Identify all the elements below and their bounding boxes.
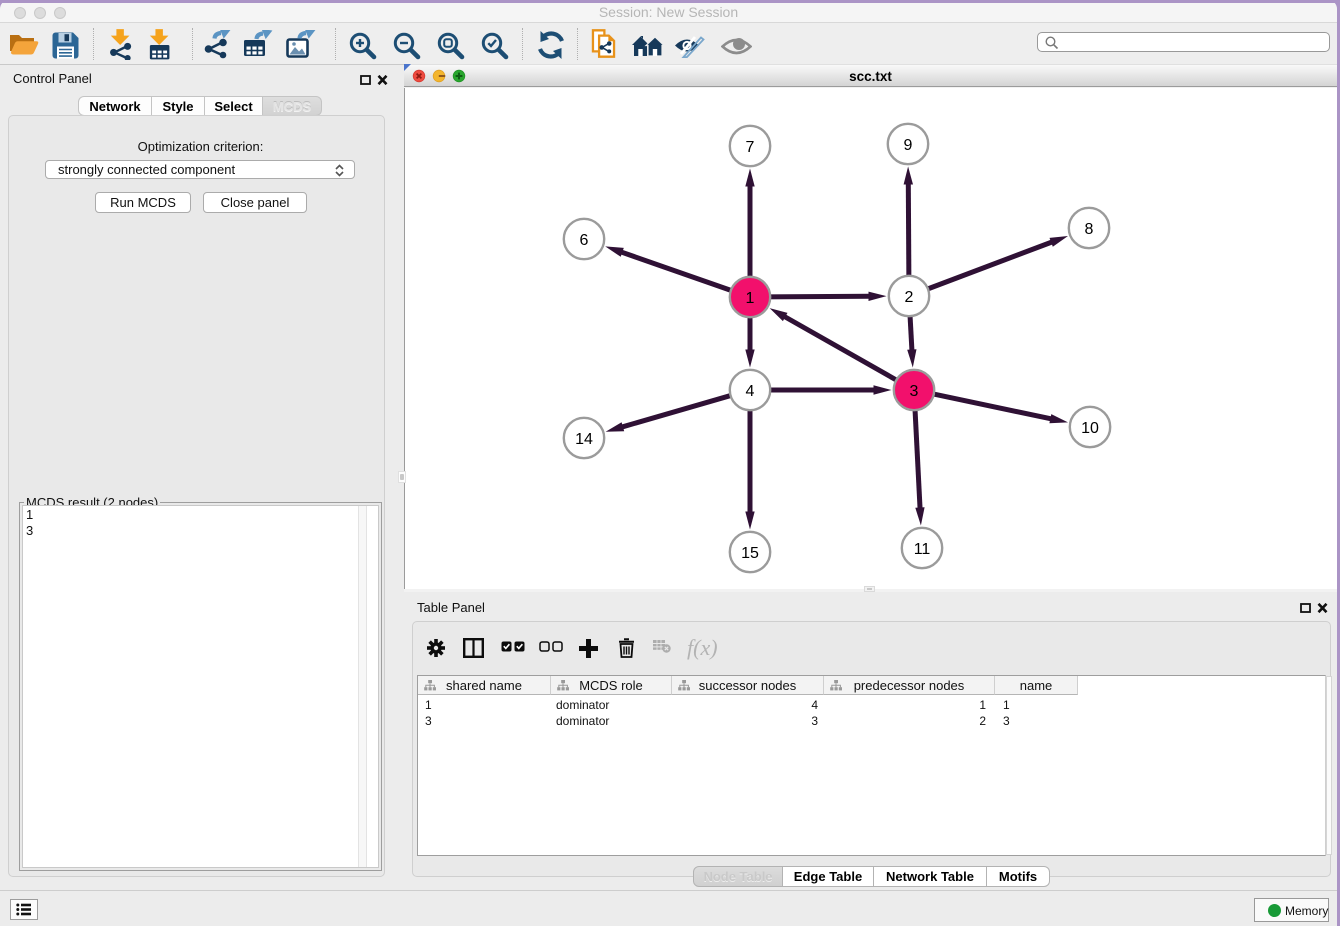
svg-text:10: 10 [1081, 420, 1099, 437]
svg-text:8: 8 [1085, 221, 1094, 238]
svg-text:14: 14 [575, 431, 593, 448]
svg-text:6: 6 [580, 232, 589, 249]
svg-text:2: 2 [905, 289, 914, 306]
svg-text:9: 9 [904, 137, 913, 154]
svg-text:7: 7 [746, 139, 755, 156]
svg-text:15: 15 [741, 545, 759, 562]
svg-text:3: 3 [910, 383, 919, 400]
svg-text:1: 1 [746, 290, 755, 307]
svg-text:11: 11 [914, 541, 931, 558]
svg-text:4: 4 [746, 383, 755, 400]
